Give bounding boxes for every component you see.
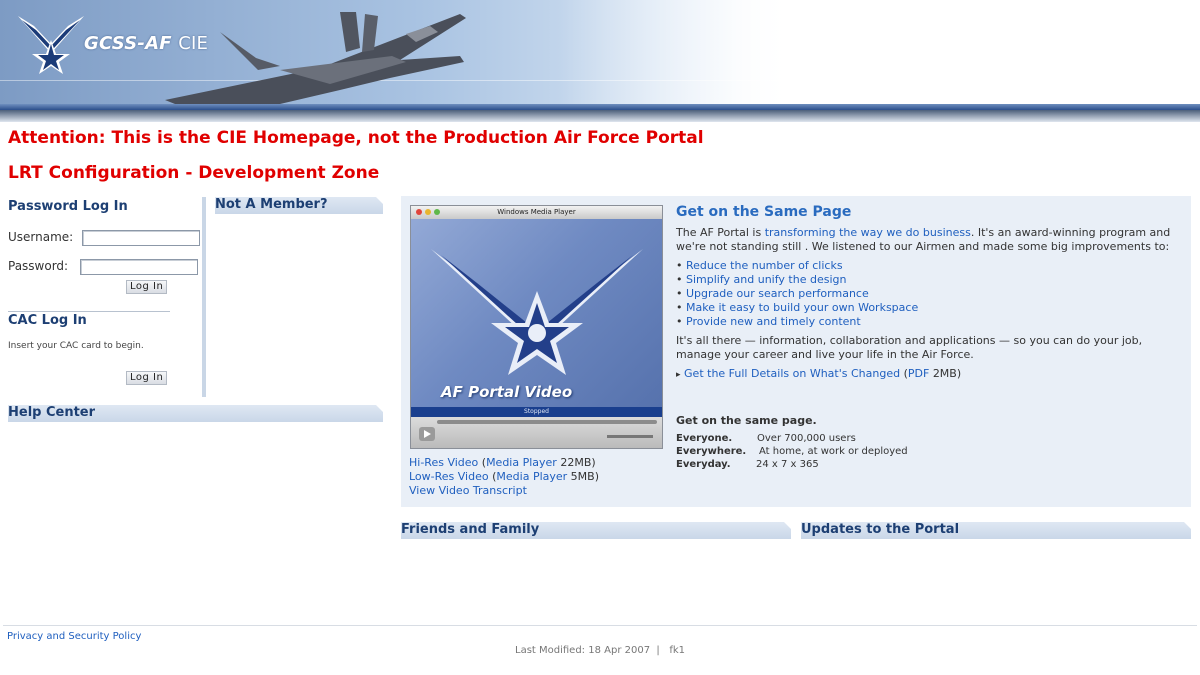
list-item: Provide new and timely content: [676, 315, 918, 329]
stat-row: Everyone. Over 700,000 users: [676, 432, 908, 445]
lowres-size: 5MB): [570, 470, 599, 483]
lowres-media-player-link[interactable]: Media Player: [496, 470, 567, 483]
feature-panel: Windows Media Player AF Portal Video Sto…: [401, 196, 1191, 507]
air-force-wing-logo-icon: [18, 16, 84, 74]
video-transcript-link[interactable]: View Video Transcript: [409, 484, 527, 497]
seek-bar[interactable]: [437, 420, 657, 424]
stat-row: Everywhere. At home, at work or deployed: [676, 445, 908, 458]
hires-media-player-link[interactable]: Media Player: [486, 456, 557, 469]
feature-title: Get on the Same Page: [676, 204, 852, 220]
tagline: Get on the same page.: [676, 414, 817, 427]
list-item: Simplify and unify the design: [676, 273, 918, 287]
header-banner: GCSS-AF CIE: [0, 0, 1200, 122]
player-controls: [411, 417, 662, 448]
feature-intro: The AF Portal is transforming the way we…: [676, 226, 1171, 253]
minimize-dot-icon: [425, 209, 431, 215]
pdf-size: 2MB): [932, 367, 962, 380]
feature-summary: It's all there — information, collaborat…: [676, 334, 1143, 361]
cac-login-title: CAC Log In: [8, 313, 87, 328]
banner-shadow: [0, 110, 1200, 122]
player-status: Stopped: [411, 407, 662, 417]
stat-label: Everyone.: [676, 433, 733, 444]
improvement-list: Reduce the number of clicks Simplify and…: [676, 259, 918, 329]
new-content-link[interactable]: Provide new and timely content: [686, 315, 861, 328]
banner-fade: [560, 0, 800, 106]
media-player-title: Windows Media Player: [497, 208, 576, 216]
stat-label: Everyday.: [676, 459, 731, 470]
hires-size: 22MB): [560, 456, 596, 469]
stat-value: Over 700,000 users: [757, 433, 856, 444]
video-caption: AF Portal Video: [441, 383, 573, 401]
login-panel: Password Log In Username: Password: Log …: [8, 197, 206, 397]
stat-value: At home, at work or deployed: [759, 446, 908, 457]
list-item: Reduce the number of clicks: [676, 259, 918, 273]
arrow-right-icon: ▸: [676, 370, 681, 380]
not-a-member-header: Not A Member?: [215, 197, 383, 214]
list-item: Upgrade our search performance: [676, 287, 918, 301]
reduce-clicks-link[interactable]: Reduce the number of clicks: [686, 259, 843, 272]
stat-label: Everywhere.: [676, 446, 747, 457]
video-links: Hi-Res Video (Media Player 22MB) Low-Res…: [409, 456, 599, 498]
details-row: ▸ Get the Full Details on What's Changed…: [676, 367, 962, 380]
zoom-dot-icon: [434, 209, 440, 215]
stat-value: 24 x 7 x 365: [756, 459, 819, 470]
video-screen: AF Portal Video: [411, 219, 662, 407]
list-item: Make it easy to build your own Workspace: [676, 301, 918, 315]
pdf-link[interactable]: PDF: [908, 367, 929, 380]
cac-hint: Insert your CAC card to begin.: [8, 341, 144, 351]
fighter-jet-image: [165, 12, 466, 106]
environment-heading: LRT Configuration - Development Zone: [8, 163, 380, 183]
password-field[interactable]: [80, 259, 198, 275]
media-player-titlebar: Windows Media Player: [411, 206, 662, 219]
app-logo-text: GCSS-AF CIE: [84, 33, 209, 54]
close-dot-icon: [416, 209, 422, 215]
simplify-design-link[interactable]: Simplify and unify the design: [686, 273, 846, 286]
last-modified-text: Last Modified: 18 Apr 2007 | fk1: [515, 645, 685, 656]
privacy-policy-link[interactable]: Privacy and Security Policy: [7, 631, 141, 642]
lowres-row: Low-Res Video (Media Player 5MB): [409, 470, 599, 483]
password-login-button[interactable]: Log In: [126, 280, 168, 294]
username-label: Username:: [8, 230, 74, 244]
footer-divider: [3, 625, 1197, 626]
attention-heading: Attention: This is the CIE Homepage, not…: [8, 128, 704, 148]
hires-video-link[interactable]: Hi-Res Video: [409, 456, 478, 469]
full-details-link[interactable]: Get the Full Details on What's Changed: [684, 367, 900, 380]
lowres-video-link[interactable]: Low-Res Video: [409, 470, 489, 483]
transforming-link[interactable]: transforming the way we do business: [765, 226, 971, 239]
play-icon[interactable]: [419, 427, 435, 441]
air-force-symbol-icon: [431, 249, 643, 375]
updates-to-portal-header: Updates to the Portal: [801, 522, 1191, 539]
login-divider: [8, 311, 170, 312]
workspace-link[interactable]: Make it easy to build your own Workspace: [686, 301, 918, 314]
password-label: Password:: [8, 259, 69, 273]
volume-slider[interactable]: [607, 435, 653, 438]
password-login-title: Password Log In: [8, 199, 128, 214]
search-performance-link[interactable]: Upgrade our search performance: [686, 287, 869, 300]
help-center-header: Help Center: [8, 405, 383, 422]
username-field[interactable]: [82, 230, 200, 246]
video-player[interactable]: Windows Media Player AF Portal Video Sto…: [410, 205, 663, 449]
hires-row: Hi-Res Video (Media Player 22MB): [409, 456, 596, 469]
stats-list: Everyone. Over 700,000 users Everywhere. A…: [676, 432, 908, 471]
stat-row: Everyday. 24 x 7 x 365: [676, 458, 908, 471]
cac-login-button[interactable]: Log In: [126, 371, 168, 385]
friends-and-family-header: Friends and Family: [401, 522, 791, 539]
